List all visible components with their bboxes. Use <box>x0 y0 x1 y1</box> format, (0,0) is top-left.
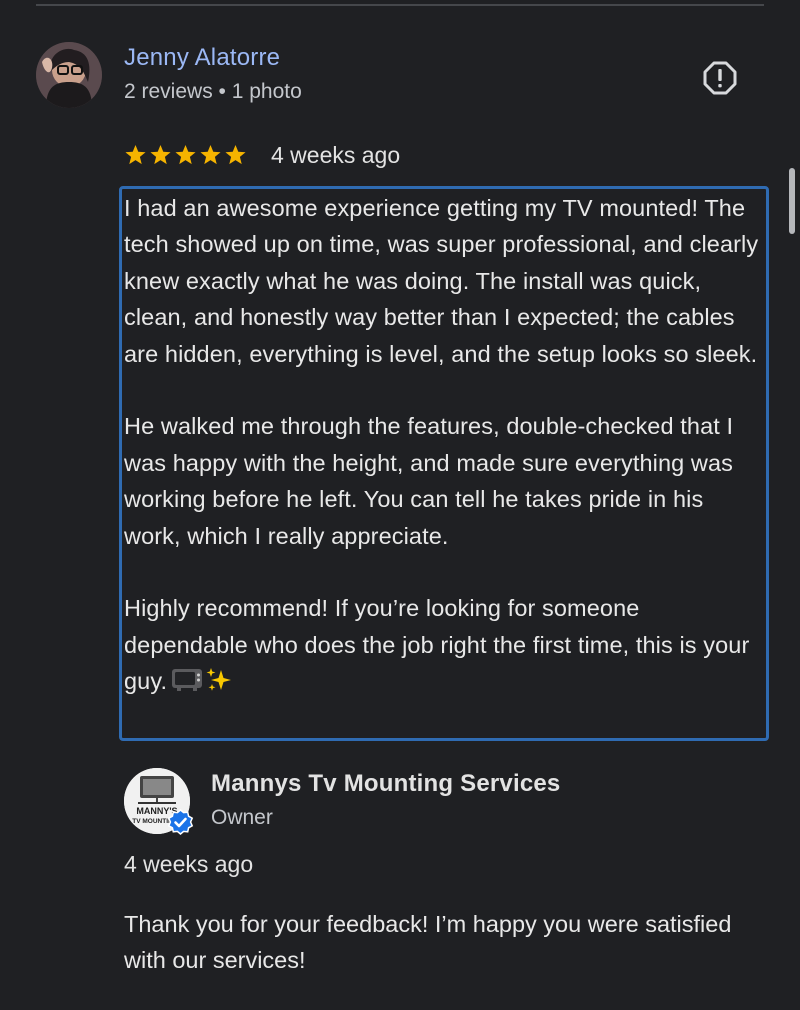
reviewer-meta: 2 reviews • 1 photo <box>124 80 302 103</box>
reviewer-name[interactable]: Jenny Alatorre <box>124 44 280 72</box>
review-paragraph-1: I had an awesome experience getting my T… <box>124 195 759 367</box>
response-time: 4 weeks ago <box>124 851 254 877</box>
owner-role: Owner <box>211 806 273 829</box>
star-icon <box>175 144 196 165</box>
owner-name[interactable]: Mannys Tv Mounting Services <box>211 770 560 798</box>
divider <box>36 4 764 6</box>
rating-row: 4 weeks ago <box>124 140 400 170</box>
star-icon <box>125 144 146 165</box>
review-paragraph-3: Highly recommend! If you’re looking for … <box>124 590 766 699</box>
television-icon <box>172 669 203 692</box>
report-flag-icon[interactable] <box>703 61 737 95</box>
review-card: Jenny Alatorre 2 reviews • 1 photo 4 wee… <box>0 0 800 1010</box>
star-icon <box>200 144 221 165</box>
star-icon <box>150 144 171 165</box>
response-text: Thank you for your feedback! I’m happy y… <box>124 911 732 974</box>
review-text: I had an awesome experience getting my T… <box>124 190 766 700</box>
scrollbar[interactable] <box>789 168 795 234</box>
sparkles-icon <box>206 668 232 692</box>
review-paragraph-2: He walked me through the features, doubl… <box>124 413 734 549</box>
verified-check-icon <box>167 809 194 835</box>
review-time: 4 weeks ago <box>271 141 401 168</box>
star-icon <box>225 144 246 165</box>
reviewer-avatar[interactable] <box>36 42 102 108</box>
star-rating <box>124 144 247 166</box>
